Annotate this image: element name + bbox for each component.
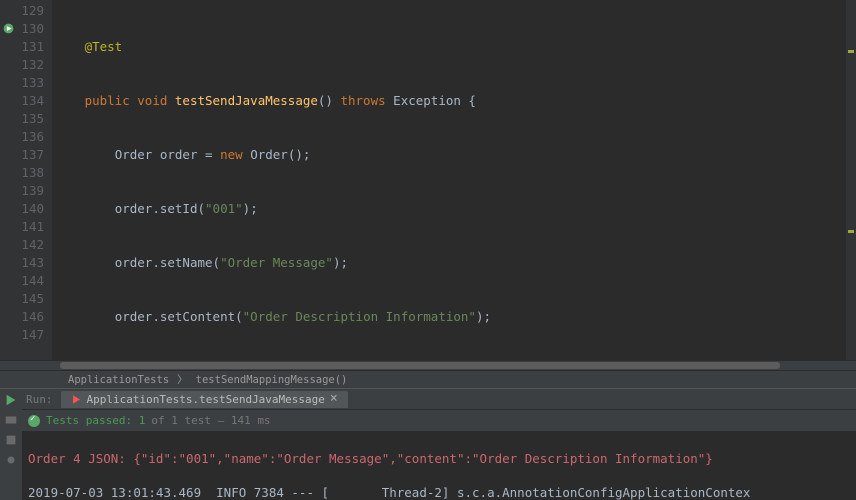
console-line-err: Order 4 JSON: {"id":"001","name":"Order … [28,450,850,467]
annotation: @Test [85,39,123,54]
run-tab-label: ApplicationTests.testSendJavaMessage [87,393,325,406]
gutter-line[interactable]: 130 [4,20,44,38]
code-editor[interactable]: 1291301311321331341351361371381391401411… [0,0,856,360]
tests-passed-label: Tests passed: [46,414,132,427]
gutter-line[interactable]: 136 [4,128,44,146]
tests-total: of 1 test [151,414,211,427]
run-test-icon[interactable] [2,22,15,35]
gutter-line[interactable]: 142 [4,236,44,254]
gutter-line[interactable]: 138 [4,164,44,182]
check-icon [28,415,40,427]
gutter-line[interactable]: 137 [4,146,44,164]
var-order: order [160,147,198,162]
code-area[interactable]: @Test public void testSendJavaMessage() … [52,0,856,360]
scrollbar-thumb[interactable] [60,362,780,369]
console-line: 2019-07-03 13:01:43.469 INFO 7384 --- [ … [28,484,850,500]
gutter-line[interactable]: 140 [4,200,44,218]
stop-icon[interactable] [4,433,18,447]
run-tabs: Run: ApplicationTests.testSendJavaMessag… [22,389,856,409]
crumb-sep: 〉 [177,372,188,387]
keyword-public: public [85,93,130,108]
gutter-line[interactable]: 139 [4,182,44,200]
keyword-void: void [137,93,167,108]
method-setname: setName [160,255,213,270]
crumb-method[interactable]: testSendMappingMessage() [188,374,356,386]
str: "001" [205,201,243,216]
recv: order [115,309,153,324]
method-name: testSendJavaMessage [175,93,318,108]
crumb-class[interactable]: ApplicationTests [60,374,177,386]
gutter-line[interactable]: 143 [4,254,44,272]
rerun-icon[interactable] [4,393,18,407]
tests-timing: – 141 ms [218,414,271,427]
str: "Order Description Information" [243,309,476,324]
gutter-line[interactable]: 145 [4,290,44,308]
run-tab-active[interactable]: ApplicationTests.testSendJavaMessage × [61,391,348,408]
toggle-tests-icon[interactable] [4,413,18,427]
gutter-line[interactable]: 131 [4,38,44,56]
keyword-new: new [220,147,243,162]
recv: order [115,255,153,270]
run-toolbar [0,389,22,500]
pin-icon[interactable] [4,453,18,467]
keyword-throws: throws [340,93,385,108]
breadcrumbs[interactable]: ApplicationTests 〉 testSendMappingMessag… [0,370,856,388]
console-output[interactable]: Order 4 JSON: {"id":"001","name":"Order … [22,431,856,500]
close-icon[interactable]: × [330,394,338,404]
type-order: Order [115,147,153,162]
str: "Order Message" [220,255,333,270]
tests-count: 1 [139,414,146,427]
run-tool-window: Run: ApplicationTests.testSendJavaMessag… [0,388,856,500]
tests-status-bar: Tests passed: 1 of 1 test – 141 ms [22,409,856,431]
ctor-order: Order [250,147,288,162]
horizontal-scrollbar[interactable] [0,360,856,370]
gutter-line[interactable]: 129 [4,2,44,20]
type-exception: Exception [393,93,461,108]
recv: order [115,201,153,216]
run-label: Run: [26,393,61,406]
error-stripe[interactable] [846,0,856,360]
gutter-line[interactable]: 134 [4,92,44,110]
method-setid: setId [160,201,198,216]
gutter-line[interactable]: 141 [4,218,44,236]
gutter-line[interactable]: 135 [4,110,44,128]
test-config-icon [71,394,82,405]
gutter-line[interactable]: 146 [4,308,44,326]
gutter-line[interactable]: 133 [4,74,44,92]
method-setcontent: setContent [160,309,235,324]
gutter-line[interactable]: 132 [4,56,44,74]
gutter-line[interactable]: 147 [4,326,44,344]
gutter-line[interactable]: 144 [4,272,44,290]
gutter: 1291301311321331341351361371381391401411… [0,0,52,360]
